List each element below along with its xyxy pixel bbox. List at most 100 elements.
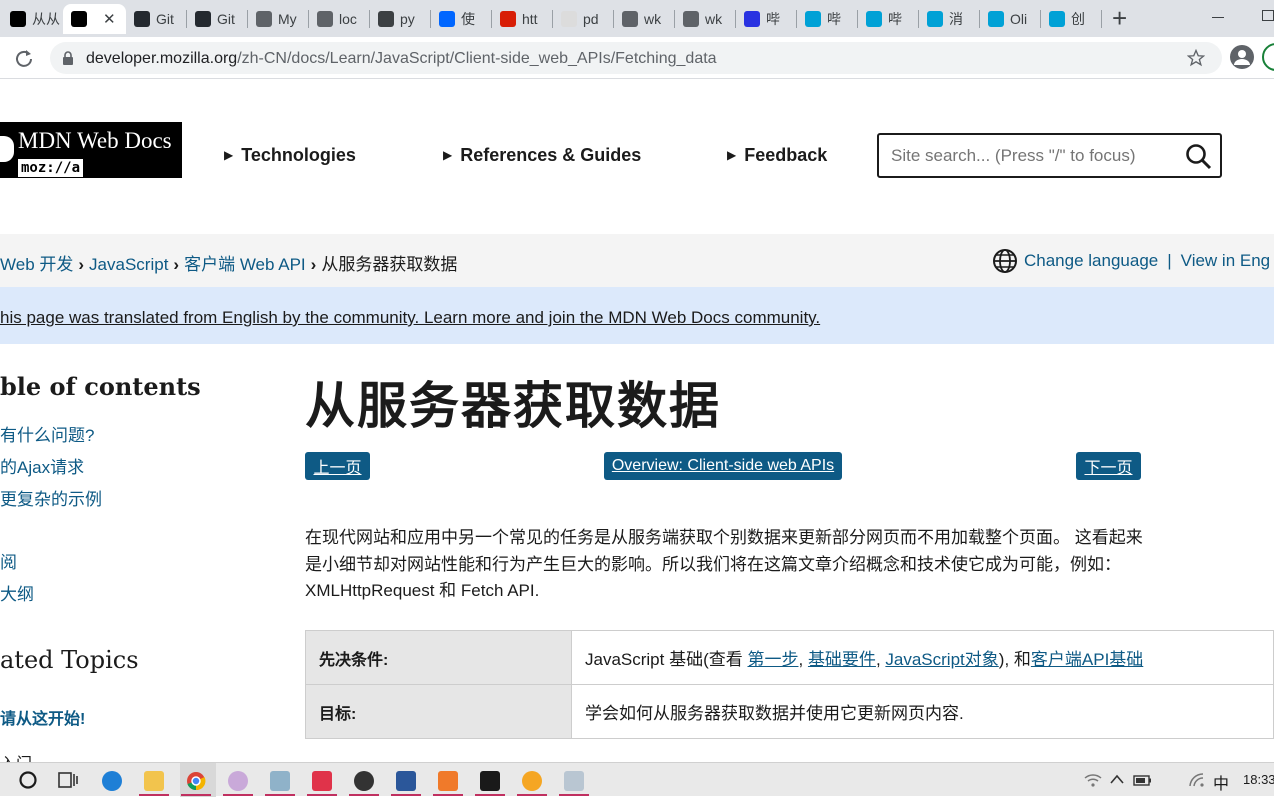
link-api-basics[interactable]: 客户端API基础: [1031, 650, 1143, 669]
mdn-header: MDN Web Docs moz://a ▶ Technologies ▶ Refe…: [0, 79, 1274, 234]
browser-tab[interactable]: wk: [675, 4, 736, 34]
next-page-button[interactable]: 下一页: [1076, 452, 1141, 480]
app-icon[interactable]: [438, 771, 458, 791]
wifi-icon[interactable]: [1084, 772, 1102, 788]
five-icon: [500, 11, 516, 27]
clock[interactable]: 18:33: [1243, 772, 1274, 787]
tab-title: Git: [156, 11, 174, 27]
browser-tab[interactable]: Oli: [980, 4, 1041, 34]
browser-tab[interactable]: Git: [187, 4, 248, 34]
triangle-right-icon: ▶: [224, 148, 234, 162]
app-icon[interactable]: [354, 771, 374, 791]
browser-tab[interactable]: Git: [126, 4, 187, 34]
browser-tab[interactable]: 哔: [797, 4, 858, 34]
new-tab-button[interactable]: +: [1112, 3, 1127, 34]
bookmark-star-icon[interactable]: [1187, 49, 1205, 67]
mdn-logo[interactable]: MDN Web Docs moz://a: [0, 122, 182, 178]
mdn-icon: [10, 11, 26, 27]
link-js-objects[interactable]: JavaScript对象: [885, 650, 998, 669]
breadcrumb-current: 从服务器获取数据: [321, 255, 458, 274]
browser-tab[interactable]: 消: [919, 4, 980, 34]
view-in-english-link[interactable]: View in Eng: [1181, 251, 1270, 271]
change-language-link[interactable]: Change language: [1024, 251, 1158, 271]
chevron-up-icon[interactable]: [1110, 773, 1124, 785]
browser-tab[interactable]: 哔: [736, 4, 797, 34]
address-bar[interactable]: developer.mozilla.org/zh-CN/docs/Learn/J…: [50, 42, 1222, 74]
profile-avatar[interactable]: [1230, 45, 1254, 69]
close-tab-icon[interactable]: ✕: [103, 10, 116, 28]
globe-icon[interactable]: [992, 248, 1018, 274]
toc-item[interactable]: 有什么问题?: [0, 421, 94, 446]
nav-references-guides[interactable]: ▶ References & Guides: [443, 145, 641, 166]
bilibili-icon: [1049, 11, 1065, 27]
toc-item[interactable]: 更复杂的示例: [0, 485, 102, 510]
browser-tab[interactable]: My: [248, 4, 309, 34]
page-title: 从服务器获取数据: [305, 376, 721, 435]
tab-title: 哔: [888, 11, 902, 27]
app-icon[interactable]: [522, 771, 542, 791]
app-icon[interactable]: [270, 771, 290, 791]
search-circle-icon[interactable]: [18, 770, 38, 790]
overview-button[interactable]: Overview: Client-side web APIs: [604, 452, 842, 480]
battery-icon[interactable]: [1133, 772, 1153, 788]
browser-tab[interactable]: ✕: [63, 4, 126, 34]
browser-tab[interactable]: 哔: [858, 4, 919, 34]
url-path: /zh-CN/docs/Learn/JavaScript/Client-side…: [237, 50, 717, 67]
task-view-icon[interactable]: [58, 771, 78, 789]
xmind-icon[interactable]: [312, 771, 332, 791]
tab-title: 创: [1071, 11, 1085, 27]
search-icon[interactable]: [1185, 143, 1213, 171]
goal-label: 目标:: [305, 684, 572, 739]
app-icon[interactable]: [564, 771, 584, 791]
breadcrumb-javascript[interactable]: JavaScript: [89, 255, 168, 274]
os-taskbar: 中 18:33: [0, 762, 1274, 797]
minimize-icon[interactable]: [1212, 17, 1224, 18]
link-first-steps[interactable]: 第一步: [747, 650, 798, 669]
nav-technologies[interactable]: ▶ Technologies: [224, 145, 356, 166]
chevron-right-icon: ›: [310, 255, 317, 274]
mdn-icon: [71, 11, 87, 27]
browser-tab[interactable]: py: [370, 4, 431, 34]
extension-icon[interactable]: [1262, 43, 1274, 71]
url-text[interactable]: developer.mozilla.org/zh-CN/docs/Learn/J…: [86, 50, 717, 68]
network-icon[interactable]: [1188, 772, 1206, 788]
chevron-right-icon: ›: [173, 255, 180, 274]
browser-tab[interactable]: htt: [492, 4, 553, 34]
tab-title: 消: [949, 11, 963, 27]
ime-indicator[interactable]: 中: [1213, 770, 1229, 794]
breadcrumb-web-dev[interactable]: Web 开发: [0, 255, 73, 274]
maximize-icon[interactable]: [1262, 10, 1274, 21]
nav-label: References & Guides: [460, 145, 642, 165]
community-link[interactable]: his page was translated from English by …: [0, 308, 820, 328]
toc-item[interactable]: 大纲: [0, 580, 34, 605]
related-topic-item[interactable]: 请从这开始!: [0, 705, 85, 729]
table-row: 目标: 学会如何从服务器获取数据并使用它更新网页内容.: [305, 684, 1274, 739]
word-icon[interactable]: [396, 771, 416, 791]
edge-icon[interactable]: [102, 771, 122, 791]
browser-tab[interactable]: 创: [1041, 4, 1102, 34]
chrome-icon[interactable]: [186, 771, 206, 791]
nav-feedback[interactable]: ▶ Feedback: [727, 145, 827, 166]
prereq-text: JavaScript 基础(查看: [585, 650, 748, 669]
browser-tab[interactable]: wk: [614, 4, 675, 34]
folder-icon[interactable]: [144, 771, 164, 791]
toc-item[interactable]: 阅: [0, 548, 17, 573]
browser-tab[interactable]: loc: [309, 4, 370, 34]
tab-title: loc: [339, 11, 357, 27]
browser-tab[interactable]: 从从: [2, 4, 63, 34]
tab-title: 哔: [827, 11, 841, 27]
browser-tab[interactable]: pd: [553, 4, 614, 34]
pycharm-icon[interactable]: [480, 771, 500, 791]
lock-icon[interactable]: [62, 51, 74, 65]
browser-tab[interactable]: 使: [431, 4, 492, 34]
tab-title: My: [278, 11, 297, 27]
app-icon[interactable]: [228, 771, 248, 791]
breadcrumb-client-side-api[interactable]: 客户端 Web API: [184, 255, 306, 274]
prev-page-button[interactable]: 上一页: [305, 452, 370, 480]
reload-icon[interactable]: [14, 48, 34, 68]
toc-item[interactable]: 的Ajax请求: [0, 453, 84, 478]
breadcrumb: Web 开发 › JavaScript › 客户端 Web API › 从服务器获取数据: [0, 250, 457, 275]
goal-value: 学会如何从服务器获取数据并使用它更新网页内容.: [571, 684, 1274, 739]
link-building-blocks[interactable]: 基础要件: [808, 650, 876, 669]
search-input[interactable]: [891, 143, 1171, 169]
